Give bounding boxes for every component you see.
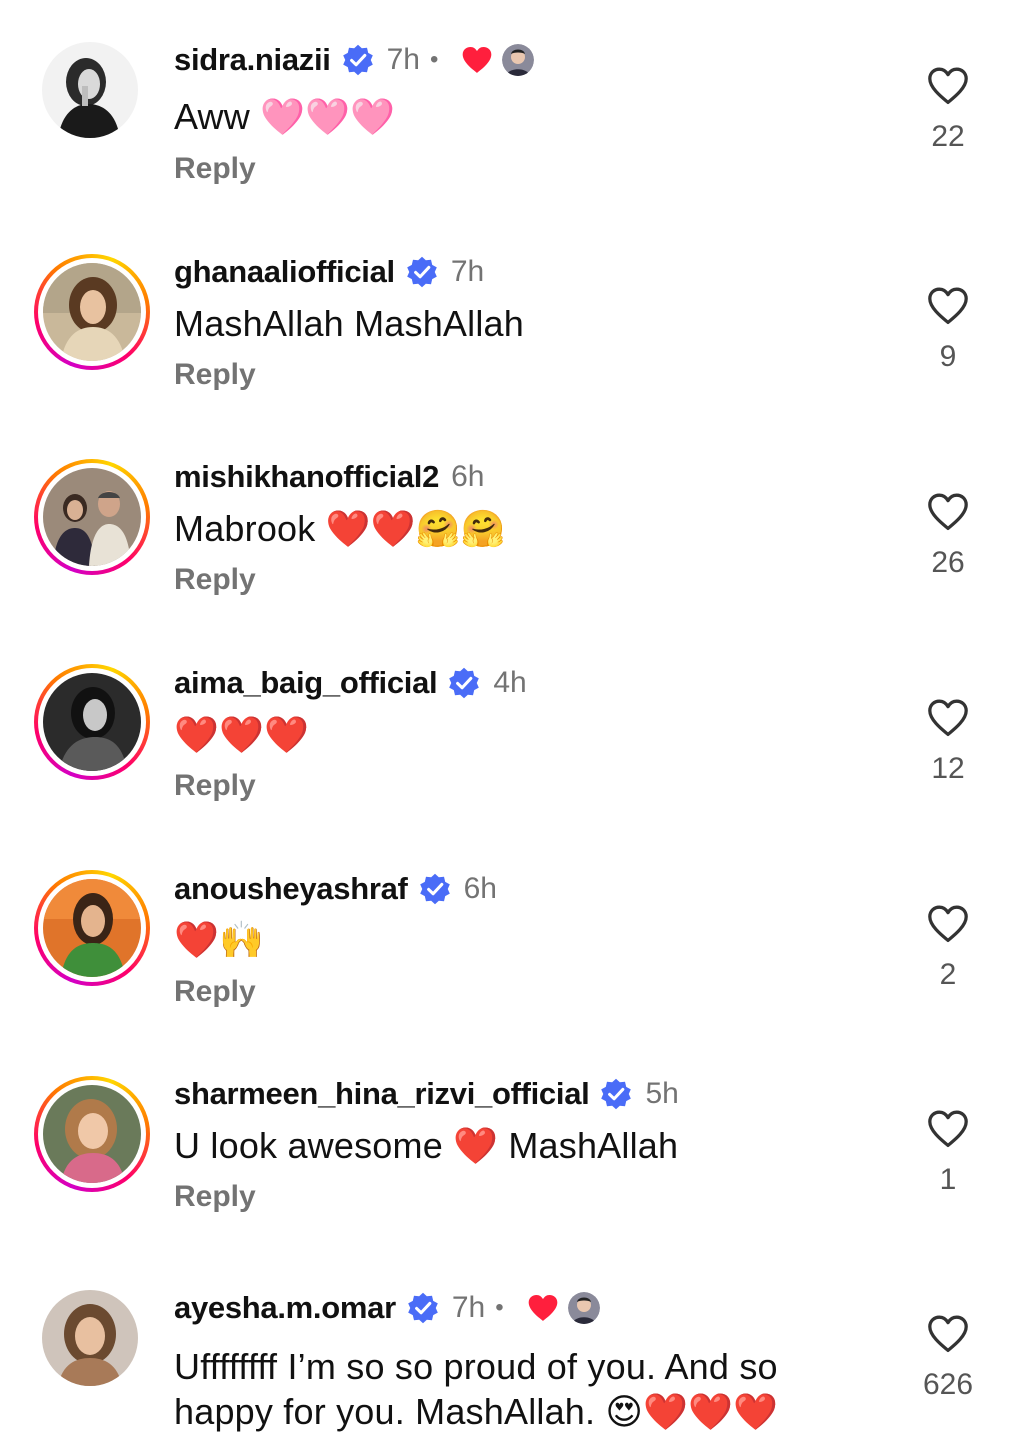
author-avatar-icon — [567, 1292, 600, 1324]
username[interactable]: sharmeen_hina_rizvi_official — [174, 1076, 590, 1112]
avatar[interactable] — [34, 254, 150, 370]
like-column: 9 — [908, 286, 988, 374]
author-avatar-icon — [502, 44, 535, 76]
verified-badge-icon — [405, 255, 439, 289]
separator-dot: • — [430, 46, 439, 73]
avatar[interactable] — [42, 1290, 138, 1386]
like-column: 2 — [908, 904, 988, 992]
avatar[interactable] — [34, 459, 150, 575]
avatar-photo — [42, 1290, 138, 1386]
comment-text-line-2: happy for you. MashAllah. 😍❤️❤️❤️ — [174, 1391, 779, 1432]
like-count: 1 — [939, 1163, 957, 1196]
liked-by-author-heart-icon — [526, 1293, 560, 1323]
comment-text: ❤️❤️❤️ — [174, 714, 310, 755]
timestamp: 7h — [450, 255, 485, 288]
like-heart-icon[interactable] — [926, 1109, 970, 1149]
like-heart-icon[interactable] — [926, 698, 970, 738]
avatar-photo — [43, 263, 141, 361]
avatar[interactable] — [34, 1076, 150, 1192]
avatar-photo — [43, 1085, 141, 1183]
username[interactable]: ghanaaliofficial — [174, 254, 395, 290]
comment-header: mishikhanofficial2 6h — [174, 457, 484, 497]
verified-badge-icon — [406, 1291, 440, 1325]
liked-by-author-heart-icon — [460, 45, 494, 75]
comment-header: anousheyashraf 6h — [174, 869, 497, 909]
like-heart-icon[interactable] — [926, 904, 970, 944]
comment-header: ghanaaliofficial 7h — [174, 252, 484, 292]
avatar-photo — [42, 42, 138, 138]
comment-header: sidra.niazii 7h • — [174, 40, 535, 80]
like-count: 2 — [939, 958, 957, 991]
like-column: 12 — [908, 698, 988, 786]
like-count: 12 — [931, 752, 965, 785]
timestamp: 5h — [645, 1077, 679, 1110]
username[interactable]: sidra.niazii — [174, 42, 331, 78]
timestamp: 6h — [463, 872, 497, 905]
comment-header: ayesha.m.omar 7h • — [174, 1288, 600, 1328]
like-heart-icon[interactable] — [926, 492, 970, 532]
username[interactable]: anousheyashraf — [174, 871, 408, 907]
comment-text: MashAllah MashAllah — [174, 303, 524, 344]
timestamp: 6h — [451, 460, 485, 493]
like-heart-icon[interactable] — [926, 66, 970, 106]
comment-text: Mabrook ❤️❤️🤗🤗 — [174, 508, 506, 549]
reply-button[interactable]: Reply — [174, 1180, 256, 1214]
verified-badge-icon — [341, 43, 375, 77]
reply-button[interactable]: Reply — [174, 975, 256, 1009]
username[interactable]: mishikhanofficial2 — [174, 459, 439, 495]
verified-badge-icon — [599, 1077, 633, 1111]
timestamp: 7h — [451, 1291, 486, 1324]
avatar-photo — [43, 879, 141, 977]
comment-header: sharmeen_hina_rizvi_official 5h — [174, 1074, 679, 1114]
like-heart-icon[interactable] — [926, 1314, 970, 1354]
comment-text: Aww 🩷🩷🩷 — [174, 96, 396, 137]
timestamp: 7h — [386, 43, 420, 76]
username[interactable]: ayesha.m.omar — [174, 1290, 396, 1326]
timestamp: 4h — [493, 666, 527, 699]
like-count: 22 — [931, 120, 965, 153]
comment-text-line-1: Uffffffff I’m so so proud of you. And so — [174, 1346, 778, 1387]
like-column: 26 — [908, 492, 988, 580]
like-column: 22 — [908, 66, 988, 154]
avatar-photo — [43, 673, 141, 771]
like-column: 1 — [908, 1109, 988, 1197]
reply-button[interactable]: Reply — [174, 563, 256, 597]
username[interactable]: aima_baig_official — [174, 665, 438, 701]
verified-badge-icon — [447, 666, 481, 700]
avatar[interactable] — [34, 664, 150, 780]
like-heart-icon[interactable] — [926, 286, 970, 326]
avatar[interactable] — [34, 870, 150, 986]
separator-dot: • — [495, 1294, 504, 1321]
reply-button[interactable]: Reply — [174, 152, 256, 186]
verified-badge-icon — [418, 872, 452, 906]
like-count: 9 — [939, 340, 957, 373]
comment-text: U look awesome ❤️ MashAllah — [174, 1125, 679, 1166]
like-count: 626 — [922, 1368, 974, 1401]
comment-text: ❤️🙌 — [174, 919, 265, 960]
reply-button[interactable]: Reply — [174, 769, 256, 803]
like-count: 26 — [931, 546, 965, 579]
avatar[interactable] — [42, 42, 138, 138]
comment-header: aima_baig_official 4h — [174, 663, 527, 703]
like-column: 626 — [908, 1314, 988, 1402]
avatar-photo — [43, 468, 141, 566]
reply-button[interactable]: Reply — [174, 358, 256, 392]
